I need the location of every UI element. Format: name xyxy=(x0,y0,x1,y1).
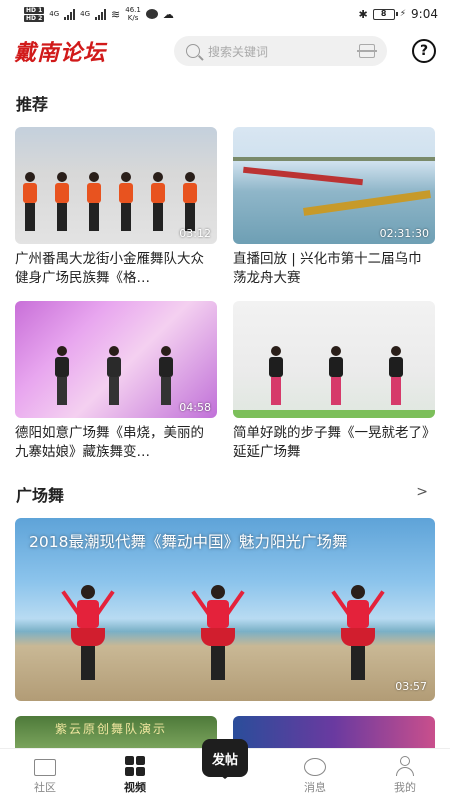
status-bar: HD 1 HD 2 4G 4G ≋ 46.1 K/s ☁ ✱ 8 ⚡ 9:04 xyxy=(0,0,450,28)
bottom-nav: 社区 视频 发帖 消息 我的 xyxy=(0,739,450,800)
app-header: 戴南论坛 搜索关键词 ? xyxy=(0,28,450,74)
video-card[interactable]: 03:12 广州番禺大龙街小金雁舞队大众健身广场民族舞《格… xyxy=(15,127,217,288)
square-dance-section-title: 广场舞 xyxy=(16,486,65,505)
speed-unit: K/s xyxy=(127,14,139,22)
video-duration: 02:31:30 xyxy=(379,227,429,240)
status-left: HD 1 HD 2 4G 4G ≋ 46.1 K/s ☁ xyxy=(24,6,174,22)
video-thumbnail[interactable]: 03:12 xyxy=(15,127,217,244)
message-bubble-icon xyxy=(304,758,326,776)
app-logo: 戴南论坛 xyxy=(14,40,107,66)
nav-label: 视频 xyxy=(124,781,146,794)
help-icon[interactable]: ? xyxy=(412,39,436,63)
sim-badges: HD 1 HD 2 xyxy=(24,6,45,22)
cloud-notification-icon: ☁ xyxy=(162,7,174,21)
video-title[interactable]: 直播回放 | 兴化市第十二届乌巾荡龙舟大赛 xyxy=(233,250,435,288)
scan-icon[interactable] xyxy=(357,44,377,58)
user-icon xyxy=(395,756,415,776)
battery-level: 8 xyxy=(380,8,387,18)
battery-icon: 8 xyxy=(372,8,398,20)
video-card[interactable]: 简单好跳的步子舞《一晃就老了》延延广场舞 xyxy=(233,301,435,462)
video-thumbnail[interactable] xyxy=(233,301,435,418)
speed-value: 46.1 xyxy=(125,6,141,14)
signal-icon-2 xyxy=(95,8,107,20)
video-card[interactable]: 04:58 德阳如意广场舞《串烧，美丽的九寨姑娘》藏族舞变… xyxy=(15,301,217,462)
video-thumbnail[interactable]: 02:31:30 xyxy=(233,127,435,244)
search-icon xyxy=(186,44,200,58)
wifi-icon: ≋ xyxy=(111,7,121,21)
video-title[interactable]: 德阳如意广场舞《串烧，美丽的九寨姑娘》藏族舞变… xyxy=(15,424,217,462)
status-right: ✱ 8 ⚡ 9:04 xyxy=(359,7,439,21)
video-thumbnail[interactable]: 04:58 xyxy=(15,301,217,418)
video-duration: 03:57 xyxy=(395,680,427,693)
nav-label: 消息 xyxy=(304,781,326,794)
grid-icon xyxy=(125,756,145,776)
signal-icon xyxy=(64,8,76,20)
recommend-section-title: 推荐 xyxy=(16,95,49,114)
video-card[interactable]: 02:31:30 直播回放 | 兴化市第十二届乌巾荡龙舟大赛 xyxy=(233,127,435,288)
sim2-badge: HD 2 xyxy=(24,14,45,22)
video-duration: 03:12 xyxy=(179,227,211,240)
network-type-1: 4G xyxy=(49,10,60,18)
nav-messages[interactable]: 消息 xyxy=(270,749,360,800)
clock: 9:04 xyxy=(411,7,438,21)
charging-icon: ⚡ xyxy=(399,9,407,19)
chat-square-icon xyxy=(34,759,56,776)
video-title[interactable]: 简单好跳的步子舞《一晃就老了》延延广场舞 xyxy=(233,424,435,462)
video-thumbnail[interactable]: 紫云原创舞队演示 xyxy=(15,716,217,748)
message-notification-icon xyxy=(145,9,158,19)
search-bar[interactable]: 搜索关键词 xyxy=(174,36,387,66)
nav-label: 社区 xyxy=(34,781,56,794)
post-button[interactable]: 发帖 xyxy=(202,739,248,779)
sim1-badge: HD 1 xyxy=(24,6,45,14)
video-thumbnail[interactable] xyxy=(233,716,435,748)
nav-profile[interactable]: 我的 xyxy=(360,749,450,800)
chevron-right-icon[interactable]: > xyxy=(416,484,428,500)
nav-post[interactable]: 发帖 xyxy=(180,739,270,800)
nav-community[interactable]: 社区 xyxy=(0,749,90,800)
network-speed: 46.1 K/s xyxy=(125,6,141,22)
network-type-2: 4G xyxy=(80,10,91,18)
thumbnail-caption: 紫云原创舞队演示 xyxy=(55,722,168,736)
nav-label: 我的 xyxy=(394,781,416,794)
featured-video[interactable]: 2018最潮现代舞《舞动中国》魅力阳光广场舞 03:57 xyxy=(15,518,435,701)
nav-video[interactable]: 视频 xyxy=(90,749,180,800)
featured-video-title[interactable]: 2018最潮现代舞《舞动中国》魅力阳光广场舞 xyxy=(29,530,347,552)
bluetooth-icon: ✱ xyxy=(358,7,368,21)
search-input[interactable]: 搜索关键词 xyxy=(208,43,351,60)
video-duration: 04:58 xyxy=(179,401,211,414)
video-title[interactable]: 广州番禺大龙街小金雁舞队大众健身广场民族舞《格… xyxy=(15,250,217,288)
